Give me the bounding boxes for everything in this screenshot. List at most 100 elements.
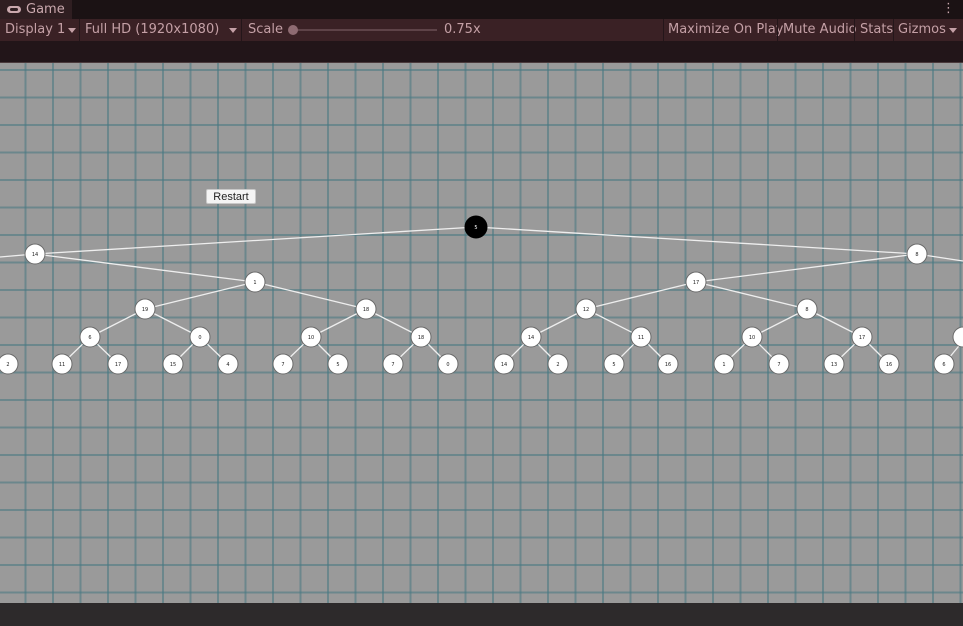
tree-node-label: 8 — [915, 252, 918, 258]
separator — [777, 19, 778, 41]
tree-node[interactable]: 8 — [796, 298, 818, 320]
gizmos-caret-icon[interactable] — [949, 28, 957, 33]
tree-node[interactable]: 17 — [851, 326, 873, 348]
tree-node-label: 5 — [612, 362, 615, 368]
tree-node[interactable]: 7 — [382, 353, 404, 375]
tree-node[interactable]: 7 — [272, 353, 294, 375]
tree-node-label: 19 — [142, 307, 148, 313]
tree-node[interactable]: 1 — [244, 271, 266, 293]
tree-node[interactable]: 17 — [107, 353, 129, 375]
tree-node-label: 10 — [749, 335, 755, 341]
separator — [893, 19, 894, 41]
resolution-dropdown[interactable]: Full HD (1920x1080) — [85, 19, 219, 41]
tree-node[interactable]: 6 — [79, 326, 101, 348]
tree-edge — [34, 226, 477, 255]
tree-node[interactable]: 15 — [162, 353, 184, 375]
tree-node[interactable]: 12 — [575, 298, 597, 320]
tree-node-label: 16 — [665, 362, 671, 368]
separator — [663, 19, 664, 41]
tree-node-label: 17 — [693, 280, 699, 286]
tree-node-label: 14 — [501, 362, 507, 368]
tree-node-label: 7 — [281, 362, 284, 368]
stats-toggle[interactable]: Stats — [860, 19, 893, 41]
game-toolbar: Display 1 Full HD (1920x1080) Scale 0.75… — [0, 19, 963, 41]
tree-edge — [475, 226, 918, 255]
tree-node-label: 11 — [638, 335, 644, 341]
scale-slider-handle[interactable] — [288, 25, 298, 35]
separator — [79, 19, 80, 41]
tree-node[interactable]: 16 — [657, 353, 679, 375]
gizmos-toggle[interactable]: Gizmos — [898, 19, 946, 41]
tree-node-label: 4 — [226, 362, 229, 368]
scale-label: Scale — [248, 22, 283, 37]
tree-node[interactable]: 14 — [520, 326, 542, 348]
game-viewport[interactable]: 5 14 8 1 17 19 18 12 8 6 0 10 18 14 11 10 17 2 11 17 15 4 7 5 7 0… — [0, 62, 963, 603]
tree-node[interactable]: 5 — [603, 353, 625, 375]
restart-button[interactable]: Restart — [206, 189, 256, 204]
tree-node[interactable]: 7 — [768, 353, 790, 375]
tree-edge — [585, 281, 697, 310]
tree-node[interactable]: 5 — [327, 353, 349, 375]
game-tab-label: Game — [26, 2, 65, 17]
tree-node-label: 5 — [336, 362, 339, 368]
tree-node-label: 14 — [528, 335, 534, 341]
tree-node[interactable]: 14 — [24, 243, 46, 265]
tree-node[interactable]: 10 — [300, 326, 322, 348]
tree-node[interactable]: 1 — [713, 353, 735, 375]
tree-node-circle[interactable] — [952, 326, 963, 348]
viewport-header-strip — [0, 41, 963, 62]
gamepad-icon — [7, 5, 21, 14]
tree-node-label: 15 — [170, 362, 176, 368]
scale-value: 0.75x — [444, 22, 481, 37]
binary-tree: 514 81 1719 18 12 86 0 10 18 14 11 10 172 11 17 15 4 7 5 7 0… — [0, 215, 963, 375]
tree-node[interactable]: 16 — [878, 353, 900, 375]
tree-node[interactable]: 18 — [355, 298, 377, 320]
tree-node[interactable]: 2 — [547, 353, 569, 375]
tree-edge — [695, 281, 808, 310]
tree-node-label: 6 — [942, 362, 945, 368]
tree-node-label: 6 — [88, 335, 91, 341]
tree-edge — [695, 253, 918, 283]
tree-node[interactable]: 2 — [0, 353, 19, 375]
tree-node-label: 18 — [363, 307, 369, 313]
tree-node-label: 0 — [446, 362, 449, 368]
tree-node-label: 7 — [777, 362, 780, 368]
tree-node[interactable]: 11 — [51, 353, 73, 375]
game-tab[interactable]: Game — [0, 0, 72, 19]
tree-node[interactable]: 13 — [823, 353, 845, 375]
mute-audio-toggle[interactable]: Mute Audio — [783, 19, 857, 41]
tree-edge — [144, 281, 256, 310]
tree-node[interactable]: 11 — [630, 326, 652, 348]
tree-node-label: 12 — [583, 307, 589, 313]
tree-node[interactable]: 17 — [685, 271, 707, 293]
tree-node-label: 14 — [32, 252, 38, 258]
display-dropdown[interactable]: Display 1 — [5, 19, 65, 41]
tree-node[interactable]: 4 — [217, 353, 239, 375]
tree-node-label: 10 — [308, 335, 314, 341]
tree-node[interactable]: 10 — [741, 326, 763, 348]
tree-node-label: 1 — [253, 280, 256, 286]
tree-node-label: 2 — [556, 362, 559, 368]
tree-edge — [34, 253, 256, 283]
tree-node-label: 5 — [474, 225, 477, 231]
tree-node-label: 16 — [886, 362, 892, 368]
tree-node-label: 18 — [418, 335, 424, 341]
tree-node[interactable]: 8 — [906, 243, 928, 265]
tree-edge — [254, 281, 367, 310]
tree-node[interactable]: 5 — [464, 215, 488, 239]
kebab-menu-icon[interactable]: ⋮ — [942, 1, 955, 16]
tree-node[interactable]: 0 — [189, 326, 211, 348]
resolution-caret-icon[interactable] — [229, 28, 237, 33]
scale-slider-track[interactable] — [293, 29, 437, 31]
display-caret-icon[interactable] — [68, 28, 76, 33]
tree-node[interactable]: 6 — [933, 353, 955, 375]
tree-node[interactable]: 18 — [410, 326, 432, 348]
tree-node[interactable]: 19 — [134, 298, 156, 320]
tree-node[interactable] — [952, 326, 963, 348]
tree-node[interactable]: 14 — [493, 353, 515, 375]
tree-node-label: 0 — [198, 335, 201, 341]
tree-node-label: 1 — [722, 362, 725, 368]
separator — [854, 19, 855, 41]
tree-node[interactable]: 0 — [437, 353, 459, 375]
maximize-on-play-toggle[interactable]: Maximize On Play — [668, 19, 783, 41]
